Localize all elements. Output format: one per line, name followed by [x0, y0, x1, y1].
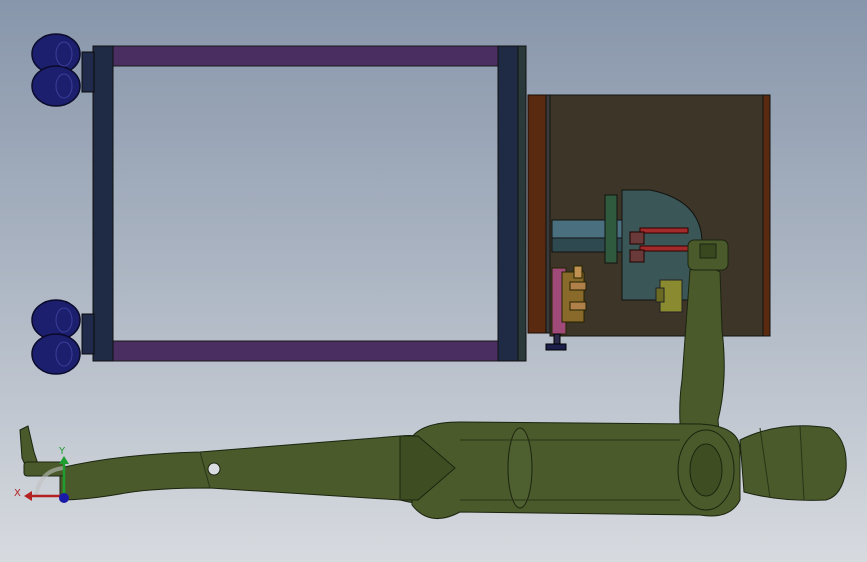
- z-axis-origin: [59, 493, 69, 503]
- cart-frame: [92, 45, 527, 362]
- frame-top-rail: [107, 45, 505, 67]
- y-axis-label: Y: [58, 446, 66, 457]
- cad-viewport[interactable]: X Y: [0, 0, 867, 562]
- frame-right-post: [497, 45, 521, 362]
- forearm-bolt-hole: [207, 462, 221, 476]
- frame-right-post-flange: [517, 45, 527, 362]
- caster-top-left: [31, 33, 95, 107]
- frame-bottom-rail: [107, 340, 505, 362]
- x-axis-label: X: [14, 488, 21, 499]
- base-pin: [545, 343, 567, 351]
- counterweight: [739, 425, 847, 501]
- frame-left-post: [92, 45, 114, 362]
- y-axis-arrowhead: [59, 456, 69, 464]
- x-axis-arrowhead: [24, 491, 32, 501]
- caster-bottom-left: [31, 299, 95, 375]
- assembly-scene[interactable]: X Y: [0, 0, 867, 562]
- forearm-link: [59, 435, 451, 505]
